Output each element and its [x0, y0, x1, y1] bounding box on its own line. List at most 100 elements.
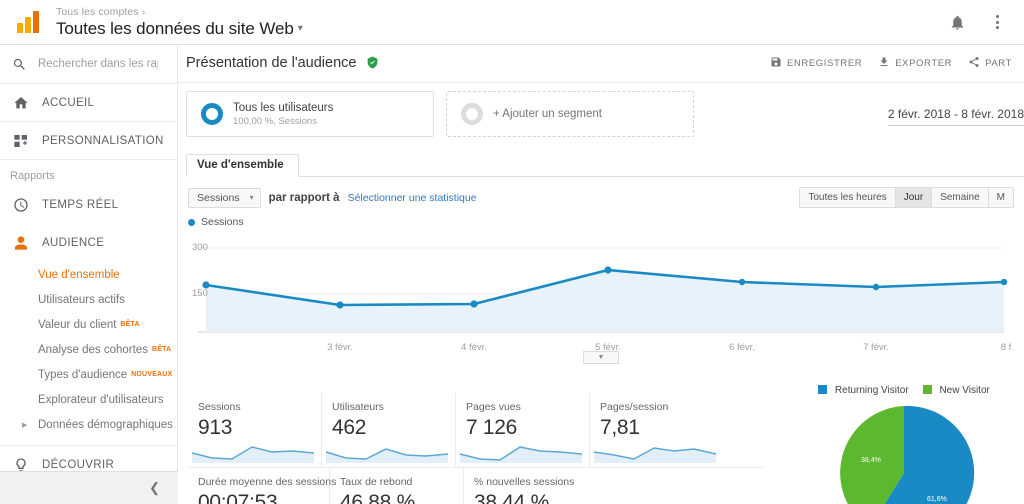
- subitem-label: Données démographiques: [38, 419, 173, 431]
- sessions-chart: Sessions: [188, 216, 1014, 346]
- person-icon: [12, 234, 30, 252]
- metric-value: 38,44 %: [474, 491, 598, 504]
- tab-vue-densemble[interactable]: Vue d'ensemble: [186, 154, 299, 177]
- x-tick-1: 3 févr.: [327, 342, 353, 353]
- export-button[interactable]: EXPORTER: [878, 56, 952, 71]
- subitem-label: Explorateur d'utilisateurs: [38, 394, 164, 406]
- pie-legend-returning[interactable]: Returning Visitor: [818, 385, 909, 396]
- select-metric-link[interactable]: Sélectionner une statistique: [348, 192, 477, 204]
- sidebar-item-personnalisation[interactable]: PERSONNALISATION: [0, 122, 177, 160]
- sidebar-search[interactable]: [0, 45, 177, 84]
- share-button[interactable]: PART: [968, 56, 1012, 71]
- metric-card-utilisateurs[interactable]: Utilisateurs 462: [322, 393, 456, 467]
- chevron-down-icon[interactable]: ▾: [298, 23, 303, 34]
- save-icon: [770, 56, 782, 71]
- sidebar-subitem-utilisateurs-actifs[interactable]: Utilisateurs actifs: [0, 287, 177, 312]
- date-range-picker[interactable]: 2 févr. 2018 - 8 févr. 2018: [888, 107, 1024, 126]
- granularity-toutes-les-heures[interactable]: Toutes les heures: [800, 188, 895, 207]
- main-content: Présentation de l'audience ENREGISTRER E…: [178, 45, 1024, 504]
- metric-label: % nouvelles sessions: [474, 476, 598, 488]
- save-button[interactable]: ENREGISTRER: [770, 56, 862, 71]
- sparkline: [324, 439, 450, 463]
- sidebar-item-label: PERSONNALISATION: [42, 135, 164, 147]
- pie-label-new: 38,4%: [861, 457, 881, 464]
- metric-card-pages-vues[interactable]: Pages vues 7 126: [456, 393, 590, 467]
- pie-legend-new[interactable]: New Visitor: [923, 385, 990, 396]
- metric-select-value: Sessions: [197, 192, 240, 204]
- page-title: Présentation de l'audience: [186, 55, 379, 73]
- tab-bar: Vue d'ensemble: [186, 153, 1024, 177]
- metric-label: Utilisateurs: [332, 401, 455, 413]
- sidebar-item-accueil[interactable]: ACCUEIL: [0, 84, 177, 122]
- sidebar-subitem-explorateur-dutilisateurs[interactable]: Explorateur d'utilisateurs: [0, 387, 177, 412]
- sidebar-subitem-vue-densemble[interactable]: Vue d'ensemble: [0, 262, 177, 287]
- add-segment-button[interactable]: + Ajouter un segment: [446, 91, 694, 137]
- x-tick-4: 6 févr.: [729, 342, 755, 353]
- pie-legend: Returning Visitor New Visitor: [784, 385, 1024, 396]
- sidebar-item-audience[interactable]: AUDIENCE: [0, 224, 177, 262]
- chevron-down-icon: ▼: [598, 354, 605, 361]
- bell-icon[interactable]: [940, 5, 974, 39]
- pie-label-returning: 61,6%: [927, 496, 947, 503]
- metric-label: Pages/session: [600, 401, 724, 413]
- metric-card-pages-session[interactable]: Pages/session 7,81: [590, 393, 724, 467]
- granularity-toggle: Toutes les heures Jour Semaine M: [799, 187, 1014, 208]
- chart-svg: [188, 232, 1014, 340]
- chart-plot-area[interactable]: 300 150: [188, 232, 1014, 340]
- add-segment-donut-icon: [461, 103, 483, 125]
- metric-value: 46,88 %: [340, 491, 463, 504]
- legend-label-sessions: Sessions: [201, 216, 244, 228]
- legend-label-returning: Returning Visitor: [835, 385, 909, 396]
- more-vertical-icon[interactable]: [980, 5, 1014, 39]
- segment-all-users[interactable]: Tous les utilisateurs 100,00 %, Sessions: [186, 91, 434, 137]
- sidebar-subitem-analyse-des-cohortes[interactable]: Analyse des cohortes BÊTA: [0, 337, 177, 362]
- sidebar-item-label: AUDIENCE: [42, 237, 104, 249]
- account-selector[interactable]: Tous les comptes› Toutes les données du …: [56, 0, 303, 45]
- save-label: ENREGISTRER: [787, 58, 862, 69]
- export-label: EXPORTER: [895, 58, 952, 69]
- subitem-label: Vue d'ensemble: [38, 269, 120, 281]
- sidebar-collapse-button[interactable]: ❮: [0, 471, 178, 504]
- page-title-text: Présentation de l'audience: [186, 55, 356, 71]
- share-label: PART: [985, 58, 1012, 69]
- subitem-label: Valeur du client: [38, 319, 116, 331]
- granularity-semaine[interactable]: Semaine: [932, 188, 988, 207]
- granularity-mois[interactable]: M: [989, 188, 1013, 207]
- granularity-jour[interactable]: Jour: [896, 188, 932, 207]
- property-title-text: Toutes les données du site Web: [56, 19, 294, 38]
- metric-label: Sessions: [198, 401, 321, 413]
- clock-icon: [12, 196, 30, 214]
- chevron-right-icon[interactable]: ▶: [22, 421, 27, 429]
- metric-select[interactable]: Sessions ▾: [188, 188, 261, 208]
- metric-label: Durée moyenne des sessions: [198, 476, 329, 488]
- segment-name: Tous les utilisateurs: [233, 102, 333, 114]
- home-icon: [12, 94, 30, 112]
- metric-card-taux-de-rebond[interactable]: Taux de rebond 46,88 %: [330, 468, 464, 504]
- sidebar-item-label: TEMPS RÉEL: [42, 199, 118, 211]
- x-tick-6: 8 f: [1001, 342, 1012, 353]
- legend-label-new: New Visitor: [939, 385, 989, 396]
- chevron-down-icon[interactable]: ▾: [250, 193, 254, 202]
- sparkline: [190, 439, 316, 463]
- pie-svg[interactable]: 61,6% 38,4%: [831, 400, 977, 504]
- segment-donut-icon: [201, 103, 223, 125]
- chart-collapse-handle[interactable]: ▼: [583, 351, 619, 364]
- sidebar-subitem-valeur-du-client[interactable]: Valeur du client BÊTA: [0, 312, 177, 337]
- legend-swatch-sessions: [188, 219, 195, 226]
- property-title[interactable]: Toutes les données du site Web ▾: [56, 19, 303, 39]
- metric-card-sessions[interactable]: Sessions 913: [188, 393, 322, 467]
- chevron-left-icon[interactable]: ❮: [149, 480, 160, 496]
- search-input[interactable]: [38, 58, 158, 70]
- metric-card-duree-moyenne[interactable]: Durée moyenne des sessions 00:07:53: [188, 468, 330, 504]
- sidebar-subitem-types-daudience[interactable]: Types d'audience NOUVEAUX: [0, 362, 177, 387]
- legend-swatch-returning: [818, 385, 827, 394]
- add-segment-label: + Ajouter un segment: [493, 108, 602, 120]
- page-header: Présentation de l'audience ENREGISTRER E…: [178, 45, 1024, 83]
- sidebar-item-temps-reel[interactable]: TEMPS RÉEL: [0, 186, 177, 224]
- beta-badge: BÊTA: [152, 346, 171, 353]
- metric-card-row-2: Durée moyenne des sessions 00:07:53 Taux…: [188, 468, 768, 504]
- sidebar-subitem-donnees-demographiques[interactable]: ▶ Données démographiques: [0, 412, 177, 437]
- sidebar-section-label: Rapports: [0, 160, 177, 186]
- metric-card-nouvelles-sessions[interactable]: % nouvelles sessions 38,44 %: [464, 468, 598, 504]
- x-tick-2: 4 févr.: [461, 342, 487, 353]
